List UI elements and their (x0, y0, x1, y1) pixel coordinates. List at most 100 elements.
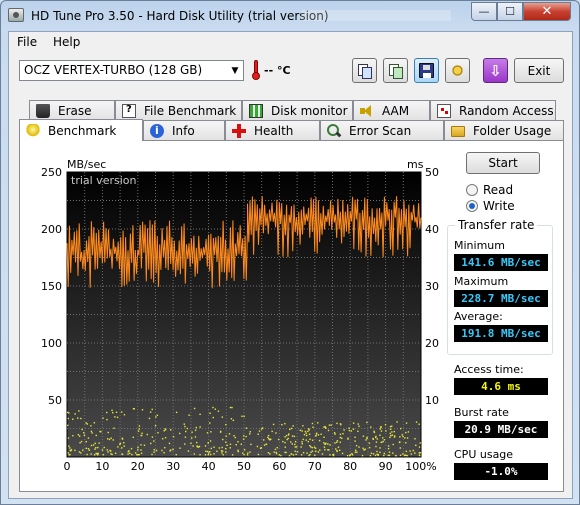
tab-health[interactable]: Health (225, 120, 320, 140)
access-time-point (123, 413, 126, 416)
access-time-point (365, 439, 367, 441)
access-time-point (233, 435, 235, 437)
access-time-point (91, 432, 93, 434)
exit-button[interactable]: Exit (514, 58, 564, 83)
access-time-point (330, 424, 332, 426)
access-time-point (146, 433, 149, 436)
access-time-point (263, 439, 265, 441)
access-time-point (106, 449, 108, 451)
access-time-point (284, 422, 286, 425)
title-bar[interactable]: HD Tune Pro 3.50 - Hard Disk Utility (tr… (1, 1, 579, 31)
tab-random-access[interactable]: Random Access (430, 100, 556, 120)
access-time-point (380, 425, 382, 428)
access-time-point (354, 451, 357, 453)
access-time-point (310, 451, 312, 453)
access-time-point (78, 451, 81, 453)
y-tick-label-right: 50 (425, 166, 439, 179)
access-time-point (291, 443, 293, 445)
access-time-point (355, 444, 358, 447)
access-time-point (290, 441, 292, 443)
tab-error-scan[interactable]: Error Scan (320, 120, 444, 140)
access-time-point (169, 449, 172, 451)
tab-erase[interactable]: Erase (29, 100, 115, 120)
access-time-point (284, 446, 286, 448)
access-time-point (311, 446, 313, 449)
access-time-point (320, 433, 322, 435)
options-button[interactable] (445, 58, 470, 83)
minimize-button[interactable]: — (471, 2, 497, 21)
access-time-point (194, 436, 197, 438)
copy-all-button[interactable] (383, 58, 408, 83)
access-time-point (393, 435, 396, 437)
access-time-point (114, 416, 116, 418)
y-tick-label-left: 150 (41, 280, 62, 293)
access-time-point (102, 454, 105, 456)
access-time-point (170, 429, 172, 431)
read-radio-label: Read (483, 183, 514, 197)
access-time-point (242, 438, 245, 440)
access-time-point (305, 432, 307, 434)
access-time-point (123, 445, 125, 447)
access-time-point (380, 441, 382, 444)
menu-help[interactable]: Help (53, 35, 80, 49)
access-time-point (103, 446, 105, 449)
access-time-point (213, 453, 215, 455)
tab-erase-label: Erase (58, 103, 92, 118)
access-time-point (406, 454, 408, 457)
drive-dropdown[interactable]: OCZ VERTEX-TURBO (128 GB) ▼ (19, 60, 244, 81)
access-time-point (407, 431, 410, 433)
access-time-point (291, 435, 294, 437)
access-time-point (222, 454, 224, 456)
access-time-point (271, 430, 273, 433)
read-radio-option[interactable]: Read (466, 183, 513, 197)
save-screenshot-button[interactable] (414, 58, 439, 83)
dropdown-arrow-icon[interactable]: ▼ (227, 61, 243, 80)
access-time-point (405, 422, 408, 424)
hd-tune-app-icon[interactable] (8, 8, 24, 22)
access-time-point (132, 408, 135, 410)
average-label: Average: (454, 310, 503, 323)
access-time-point (273, 451, 275, 453)
start-button[interactable]: Start (466, 152, 540, 174)
access-time-point (127, 450, 130, 453)
tab-aam[interactable]: AAM (353, 100, 430, 120)
access-time-point (140, 449, 142, 451)
access-time-point (86, 453, 88, 456)
access-time-point (412, 449, 415, 452)
access-time-point (351, 452, 353, 455)
tab-disk-monitor[interactable]: Disk monitor (242, 100, 353, 120)
write-radio[interactable] (466, 200, 478, 212)
read-radio[interactable] (466, 184, 478, 196)
tab-folder-usage[interactable]: Folder Usage (444, 120, 564, 140)
access-time-point (95, 434, 97, 437)
download-button[interactable]: ⇩ (483, 58, 508, 83)
access-time-point (210, 447, 212, 450)
maximize-button[interactable]: ☐ (497, 2, 523, 21)
tab-file-benchmark[interactable]: File Benchmark (115, 100, 242, 120)
access-time-point (175, 453, 177, 456)
access-time-point (327, 429, 330, 432)
tab-benchmark[interactable]: Benchmark (19, 119, 143, 141)
close-button[interactable]: ✕ (523, 2, 571, 21)
access-time-point (112, 439, 114, 441)
access-time-point (87, 448, 90, 450)
access-time-point (294, 440, 297, 443)
minimize-icon: — (478, 5, 490, 18)
access-time-point (404, 437, 406, 439)
access-time-point (415, 421, 418, 423)
access-time-point (225, 423, 227, 426)
access-time-point (372, 437, 374, 440)
copy-text-button[interactable] (352, 58, 377, 83)
tab-info[interactable]: Info (143, 120, 225, 140)
access-time-point (337, 446, 340, 448)
write-radio-option[interactable]: Write (466, 199, 515, 213)
transfer-rate-title: Transfer rate (455, 218, 538, 232)
access-time-point (339, 441, 342, 443)
access-time-point (388, 454, 391, 457)
menu-file[interactable]: File (17, 35, 37, 49)
access-time-point (257, 453, 260, 456)
average-value: 191.8 MB/sec (454, 325, 548, 342)
access-time-point (132, 436, 135, 439)
cpu-usage-value: -1.0% (454, 463, 548, 480)
access-time-point (221, 452, 223, 454)
